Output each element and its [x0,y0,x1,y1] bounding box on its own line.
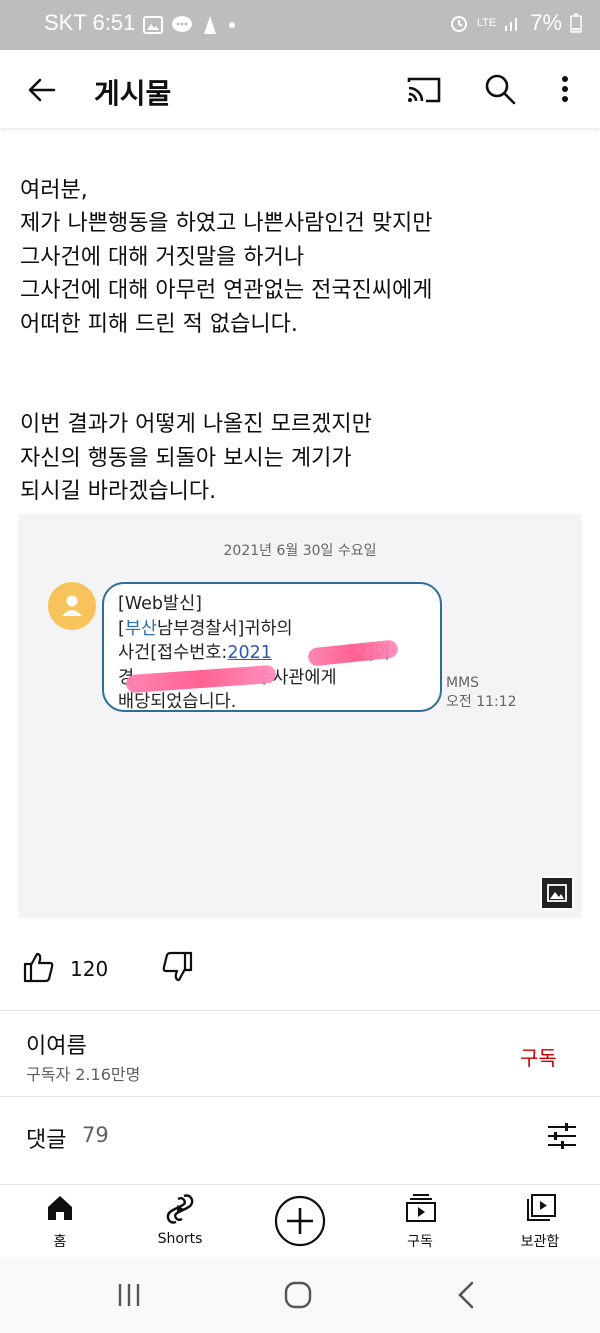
image-icon [547,884,567,902]
alarm-icon [450,16,467,32]
create-button[interactable] [274,1195,326,1247]
app-bar: 게시물 [0,50,600,128]
library-icon [527,1194,556,1221]
more-options-button[interactable] [548,69,582,109]
cast-button[interactable] [404,70,444,110]
divider [0,1096,600,1097]
sort-comments-button[interactable] [546,1120,578,1152]
nav-shorts-label: Shorts [157,1231,203,1247]
nav-library-label: 보관함 [520,1234,560,1250]
nav-subscriptions[interactable]: 구독 [370,1185,470,1259]
recent-apps-icon[interactable] [116,1282,142,1308]
status-carrier-time: SKT 6:51 [44,10,136,35]
message-date: 2021년 6월 30일 수요일 [223,543,377,559]
signal-icon [505,18,518,31]
subscriptions-icon [406,1194,436,1222]
home-system-icon[interactable] [284,1281,312,1309]
channel-name[interactable]: 이여름 [26,1028,87,1060]
post-image[interactable]: 2021년 6월 30일 수요일 [Web발신] [부산남부경찰서]귀하의 사건… [18,514,582,918]
nav-subscriptions-label: 구독 [407,1234,433,1250]
comments-label[interactable]: 댓글 [26,1122,66,1154]
sms-bubble: [Web발신] [부산남부경찰서]귀하의 사건[접수번호:20212]이 경수사… [102,582,442,712]
shorts-icon [166,1194,194,1224]
post-paragraph: 이번 결과가 어떻게 나올진 모르겠지만 자신의 행동을 되돌아 보시는 계기가… [20,412,372,504]
search-icon [485,74,516,105]
status-bar: SKT 6:51 LTE 7% [0,0,600,50]
network-type: LTE [476,17,497,29]
person-icon [62,595,82,616]
sort-sliders-icon [548,1123,576,1149]
nav-shorts[interactable]: Shorts [130,1185,230,1259]
system-back-icon[interactable] [454,1280,478,1310]
more-notifications-dot-icon [229,22,235,28]
gallery-icon [143,16,163,34]
dislike-button[interactable] [160,950,194,984]
bottom-nav: 홈 Shorts 구독 보관함 [0,1184,600,1258]
sms-line: [부산남부경찰서]귀하의 [118,618,293,639]
battery-icon [570,13,582,33]
home-icon [48,1196,72,1220]
message-time: 오전 11:12 [446,694,517,710]
like-count: 120 [70,957,109,981]
nav-home[interactable]: 홈 [10,1185,110,1259]
back-button[interactable] [22,70,62,110]
back-arrow-icon [28,78,56,102]
page-title: 게시물 [94,77,172,110]
app-notification-icon [204,16,216,34]
subscriber-count: 구독자 2.16만명 [26,1065,141,1084]
message-type: MMS [446,675,480,691]
sender-avatar [48,582,96,630]
sms-link: 2021 [227,643,272,663]
chat-icon [172,16,192,32]
image-view-button[interactable] [540,876,574,910]
message-meta: MMS 오전 11:12 [446,674,517,712]
status-system-icons: LTE 7% [449,10,582,36]
status-notification-icons [143,14,237,36]
post-paragraph: 여러분, 제가 나쁜행동을 하였고 나쁜사람인건 맞지만 그사건에 대해 거짓말… [20,177,433,337]
battery-level: 7% [530,10,562,35]
comments-count: 79 [82,1123,109,1147]
thumbs-down-icon [162,951,193,982]
cast-icon [407,77,441,103]
more-vert-icon [562,76,568,102]
subscribe-button[interactable]: 구독 [520,1042,557,1071]
sms-highlight: 부산 [124,618,158,639]
search-button[interactable] [480,69,520,109]
thumbs-up-icon [23,952,54,983]
divider [0,1010,600,1011]
sms-line: 배당되었습니다. [118,692,237,712]
nav-home-label: 홈 [53,1234,67,1250]
add-circle-icon [274,1195,326,1247]
like-button[interactable] [22,950,56,984]
sms-line: [Web발신] [118,594,203,614]
system-nav-bar [0,1258,600,1333]
nav-library[interactable]: 보관함 [490,1185,590,1259]
